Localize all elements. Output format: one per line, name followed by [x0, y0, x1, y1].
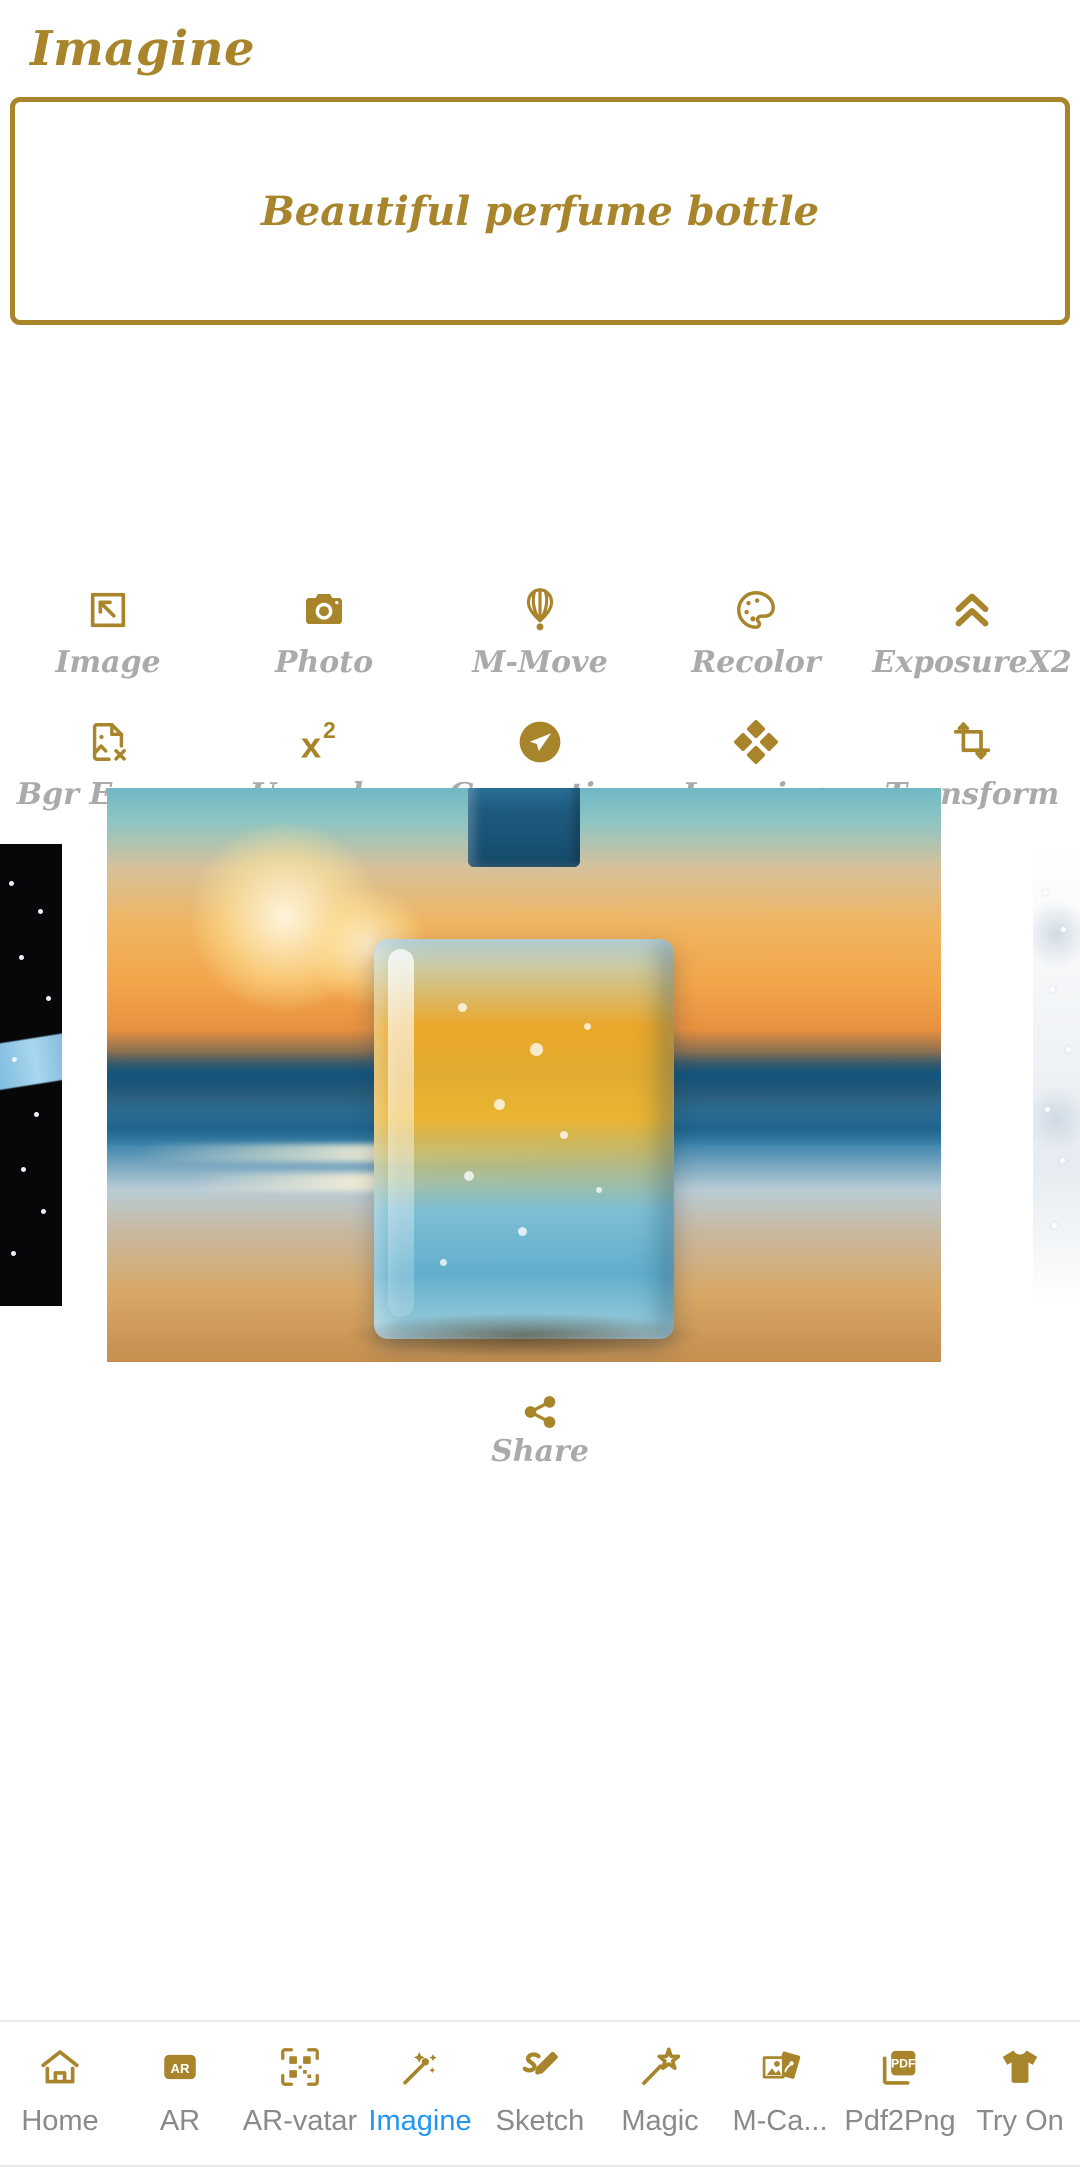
photo-stack-icon: [749, 2036, 811, 2098]
tool-label: Recolor: [691, 645, 821, 680]
svg-text:x: x: [301, 724, 322, 765]
nav-label: Magic: [621, 2105, 699, 2137]
tool-grid: Image Photo M-Move Recolor ExposureX2 Bg…: [0, 575, 1080, 815]
nav-item-home[interactable]: Home: [0, 2036, 120, 2140]
bottom-navigation: Home AR AR AR-vatar Imagine Sketch Magic…: [0, 2020, 1080, 2167]
pdf-icon: PDF: [869, 2036, 931, 2098]
nav-label: Home: [21, 2105, 99, 2137]
nav-label: Imagine: [368, 2105, 472, 2137]
carousel-slide-next[interactable]: [1033, 844, 1080, 1306]
qr-code-icon: [269, 2036, 331, 2098]
nav-label: AR-vatar: [242, 2105, 358, 2137]
decor-streak: [0, 1031, 62, 1092]
nav-item-pdf2png[interactable]: PDF Pdf2Png: [840, 2036, 960, 2140]
carousel-slide-active[interactable]: [107, 788, 941, 1362]
app-root: Imagine Beautiful perfume bottle Image P…: [0, 0, 1080, 2167]
ar-badge-icon: AR: [149, 2036, 211, 2098]
nav-item-sketch[interactable]: Sketch: [480, 2036, 600, 2140]
svg-text:PDF: PDF: [891, 2056, 916, 2070]
prompt-input[interactable]: Beautiful perfume bottle: [10, 97, 1070, 325]
tool-m-move[interactable]: M-Move: [432, 575, 648, 683]
double-chevron-up-icon: [942, 583, 1002, 637]
nav-item-ar-vatar[interactable]: AR-vatar: [240, 2036, 360, 2140]
star-wand-icon: [629, 2036, 691, 2098]
image-carousel[interactable]: [0, 788, 1080, 1362]
s-pencil-icon: [509, 2036, 571, 2098]
palette-icon: [726, 583, 786, 637]
x-squared-icon: x 2: [294, 715, 354, 769]
nav-item-ar[interactable]: AR AR: [120, 2036, 240, 2140]
nav-label: Pdf2Png: [844, 2105, 956, 2137]
crop-transform-icon: [942, 715, 1002, 769]
nav-item-imagine[interactable]: Imagine: [360, 2036, 480, 2140]
nav-item-m-ca[interactable]: M-Ca...: [720, 2036, 840, 2140]
share-nodes-icon: [521, 1392, 559, 1432]
tool-label: M-Move: [472, 645, 608, 680]
svg-text:2: 2: [323, 718, 336, 743]
carousel-image-active: [107, 788, 941, 1362]
carousel-image-previous: [0, 844, 62, 1306]
camera-icon: [294, 583, 354, 637]
carousel-image-next: [1033, 844, 1080, 1306]
hot-air-balloon-icon: [510, 583, 570, 637]
nav-label: Sketch: [495, 2105, 585, 2137]
nav-item-try-on[interactable]: Try On: [960, 2036, 1080, 2140]
tool-label: Photo: [274, 645, 374, 680]
nav-label: Try On: [976, 2105, 1064, 2137]
tool-row-1: Image Photo M-Move Recolor ExposureX2: [0, 575, 1080, 683]
svg-text:AR: AR: [170, 2061, 190, 2076]
tool-photo[interactable]: Photo: [216, 575, 432, 683]
nav-label: M-Ca...: [732, 2105, 828, 2137]
prompt-text-value: Beautiful perfume bottle: [260, 187, 820, 235]
tshirt-icon: [989, 2036, 1051, 2098]
tool-label: Image: [55, 645, 161, 680]
tool-recolor[interactable]: Recolor: [648, 575, 864, 683]
magic-sparkle-wand-icon: [389, 2036, 451, 2098]
tool-exposure-x2[interactable]: ExposureX2: [864, 575, 1080, 683]
tool-label: ExposureX2: [872, 645, 1072, 680]
four-diamonds-icon: [726, 715, 786, 769]
nav-item-magic[interactable]: Magic: [600, 2036, 720, 2140]
share-button[interactable]: Share: [0, 1392, 1080, 1469]
home-icon: [29, 2036, 91, 2098]
image-select-icon: [78, 583, 138, 637]
page-title: Imagine: [30, 21, 256, 77]
image-remove-icon: [78, 715, 138, 769]
carousel-slide-previous[interactable]: [0, 844, 62, 1306]
send-circle-icon: [510, 715, 570, 769]
decor-perfume-bottle: [344, 788, 704, 1358]
nav-label: AR: [159, 2105, 201, 2137]
share-label: Share: [491, 1434, 589, 1469]
tool-image[interactable]: Image: [0, 575, 216, 683]
